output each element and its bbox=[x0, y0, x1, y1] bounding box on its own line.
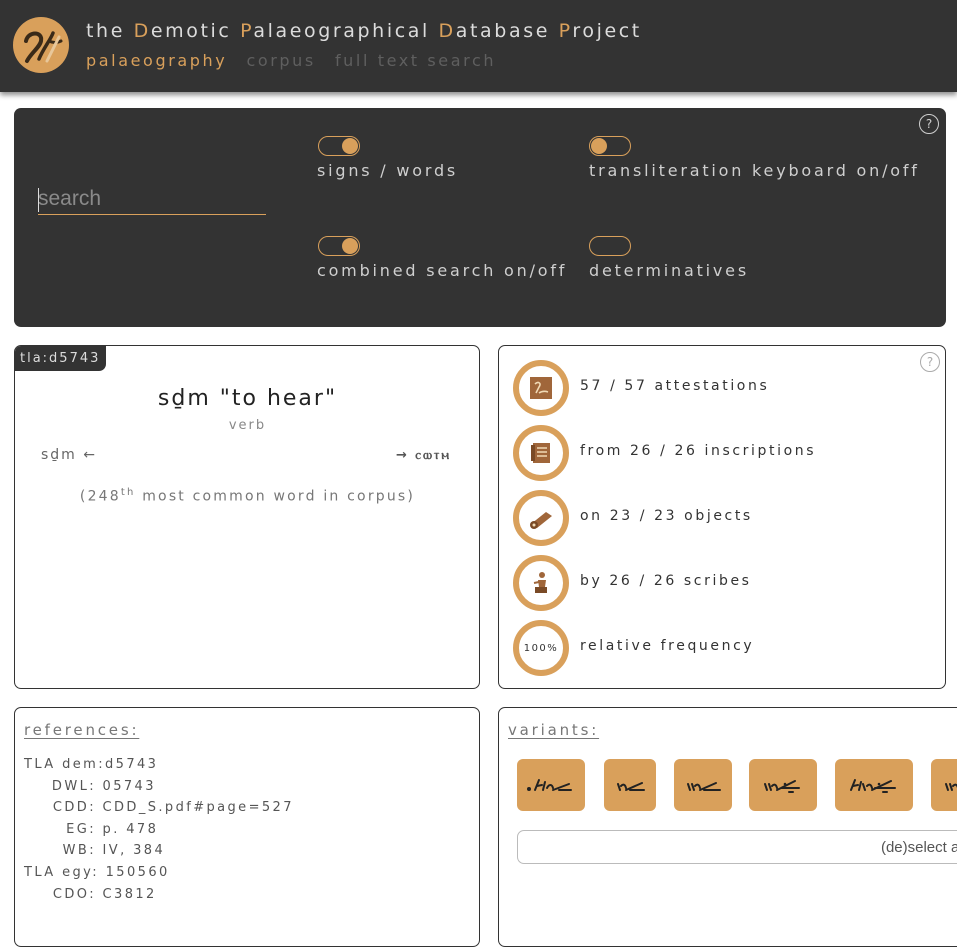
title-capital: P bbox=[558, 20, 573, 42]
nav-palaeography[interactable]: palaeography bbox=[86, 51, 227, 70]
frequency-rank: (248th most common word in corpus) bbox=[79, 487, 416, 505]
next-word-link[interactable]: → ⲥⲱⲧⲙ bbox=[396, 448, 451, 463]
transliteration-keyboard-toggle[interactable] bbox=[589, 136, 631, 156]
title-text: atabase bbox=[455, 20, 559, 42]
variant-sign-3[interactable] bbox=[674, 759, 732, 811]
variant-sign-4[interactable] bbox=[749, 759, 817, 811]
site-title: the Demotic Palaeographical Database Pro… bbox=[86, 20, 642, 42]
determinatives-toggle[interactable] bbox=[589, 236, 631, 256]
reference-row[interactable]: TLA egy: 150560 bbox=[24, 862, 294, 884]
nav-corpus[interactable]: corpus bbox=[246, 51, 315, 70]
scroll-object-icon bbox=[513, 490, 569, 546]
title-text: the bbox=[86, 20, 134, 42]
signs-words-toggle[interactable] bbox=[318, 136, 360, 156]
determinatives-label: determinatives bbox=[589, 261, 749, 280]
word-card: tla:d5743 sḏm "to hear" verb sḏm ← → ⲥⲱⲧ… bbox=[14, 345, 480, 689]
reference-row[interactable]: CDO: C3812 bbox=[24, 884, 294, 906]
reference-row[interactable]: DWL: 05743 bbox=[24, 776, 294, 798]
attestation-icon bbox=[513, 360, 569, 416]
lemma-title: sḏm "to hear" bbox=[157, 386, 338, 411]
reference-row[interactable]: TLA dem:d5743 bbox=[24, 754, 294, 776]
scribe-icon bbox=[513, 555, 569, 611]
variant-sign-6[interactable] bbox=[931, 759, 957, 811]
stat-label: on 23 / 23 objects bbox=[580, 508, 753, 524]
reference-row[interactable]: WB: IV, 384 bbox=[24, 840, 294, 862]
word-id-tag[interactable]: tla:d5743 bbox=[15, 346, 107, 371]
help-icon[interactable]: ? bbox=[920, 352, 940, 372]
title-text: alaeographical bbox=[253, 20, 439, 42]
title-text: emotic bbox=[150, 20, 241, 42]
search-panel: ? signs / words transliteration keyboard… bbox=[14, 108, 946, 327]
variant-sign-5[interactable] bbox=[835, 759, 913, 811]
help-icon[interactable]: ? bbox=[919, 114, 939, 134]
deselect-all-button[interactable]: (de)select all bbox=[517, 830, 957, 864]
references-card: references: TLA dem:d5743 DWL: 05743 CDD… bbox=[14, 707, 480, 947]
stat-label: 57 / 57 attestations bbox=[580, 378, 770, 394]
title-capital: P bbox=[240, 20, 254, 42]
combined-search-label: combined search on/off bbox=[317, 261, 568, 280]
signs-words-label: signs / words bbox=[317, 161, 459, 180]
site-header: the Demotic Palaeographical Database Pro… bbox=[0, 0, 957, 92]
previous-word-link[interactable]: sḏm ← bbox=[41, 447, 97, 463]
variant-sign-1[interactable] bbox=[517, 759, 585, 811]
title-capital: D bbox=[133, 20, 151, 42]
stat-label: relative frequency bbox=[580, 638, 755, 654]
part-of-speech: verb bbox=[228, 418, 267, 433]
reference-row[interactable]: CDD: CDD_S.pdf#page=527 bbox=[24, 797, 294, 819]
frequency-percent: 100% bbox=[523, 642, 559, 654]
variants-title: variants: bbox=[508, 721, 600, 739]
reference-row[interactable]: EG: p. 478 bbox=[24, 819, 294, 841]
statistics-card: ? 57 / 57 attestations from 26 / 26 insc… bbox=[498, 345, 946, 689]
frequency-ring: 100% bbox=[513, 620, 569, 676]
nav-full-text-search[interactable]: full text search bbox=[335, 51, 496, 70]
stat-label: from 26 / 26 inscriptions bbox=[580, 443, 817, 459]
text-cursor bbox=[38, 188, 39, 212]
main-nav: palaeography corpus full text search bbox=[86, 51, 510, 70]
variants-card: variants: (de)select all bbox=[498, 707, 957, 947]
references-title: references: bbox=[24, 721, 140, 739]
title-text: roject bbox=[572, 20, 642, 42]
combined-search-toggle[interactable] bbox=[318, 236, 360, 256]
dpdp-logo-icon[interactable] bbox=[13, 17, 69, 73]
transliteration-keyboard-label: transliteration keyboard on/off bbox=[589, 161, 920, 180]
references-list: TLA dem:d5743 DWL: 05743 CDD: CDD_S.pdf#… bbox=[24, 754, 294, 905]
inscription-icon bbox=[513, 425, 569, 481]
variant-sign-2[interactable] bbox=[604, 759, 656, 811]
search-input[interactable] bbox=[38, 184, 266, 215]
stat-label: by 26 / 26 scribes bbox=[580, 573, 752, 589]
title-capital: D bbox=[438, 20, 456, 42]
